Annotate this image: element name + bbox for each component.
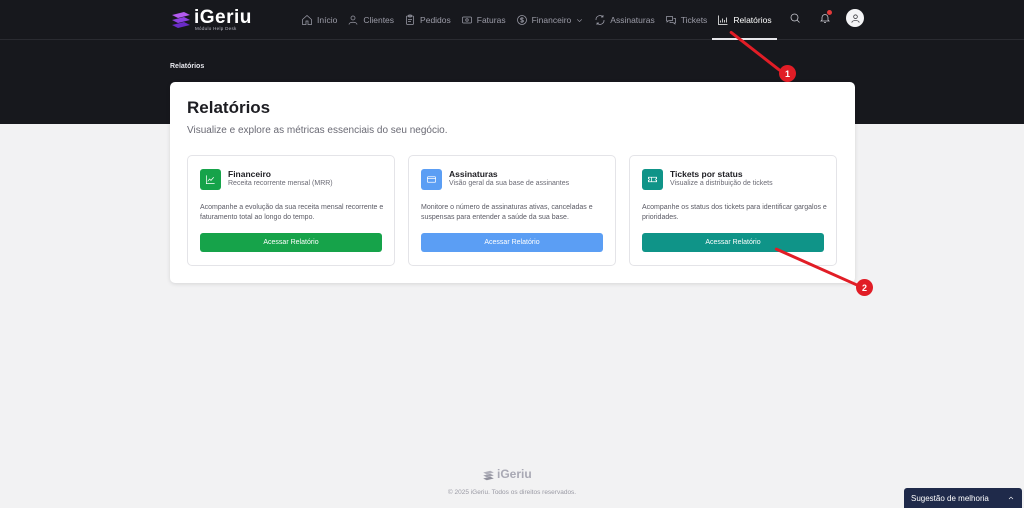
suggestion-widget-button[interactable]: Sugestão de melhoria [904,488,1022,508]
chevron-down-icon [577,18,583,22]
footer-brand-name: iGeriu [497,467,532,481]
nav-label: Faturas [476,15,506,25]
refresh-icon [595,15,605,25]
nav-label: Relatórios [733,15,772,25]
dollar-icon [516,15,527,25]
annotation-badge-2: 2 [856,279,873,296]
card-title: Financeiro [228,169,271,179]
card-icon-wrapper [421,169,442,190]
page-title: Relatórios [187,98,271,117]
topbar-actions [786,9,864,27]
logo-mark-icon [172,12,190,28]
card-subtitle: Receita recorrente mensal (MRR) [228,180,333,187]
nav-label: Financeiro [531,15,572,25]
notifications-button[interactable] [816,9,834,27]
nav-item-assinaturas[interactable]: Assinaturas [589,0,659,40]
brand-tagline: Módulo Help Desk [195,26,237,31]
nav-item-pedidos[interactable]: Pedidos [399,0,456,40]
nav-item-tickets[interactable]: Tickets [660,0,713,40]
report-card-tickets: Tickets por status Visualize a distribui… [629,155,837,266]
notification-dot [827,10,832,15]
card-subtitle: Visualize a distribuição de tickets [670,180,773,187]
access-report-button-tickets[interactable]: Acessar Relatório [642,233,824,252]
card-icon-wrapper [642,169,663,190]
card-title: Tickets por status [670,169,743,179]
nav-item-financeiro[interactable]: Financeiro [511,0,590,40]
nav-item-faturas[interactable]: Faturas [456,0,511,40]
search-icon [790,13,800,23]
footer-copyright: © 2025 iGeriu. Todos os direitos reserva… [447,489,577,496]
credit-card-icon [427,176,436,183]
card-description: Acompanhe os status dos tickets para ide… [642,204,827,221]
suggestion-label: Sugestão de melhoria [911,493,989,503]
chevron-up-icon [1008,496,1014,500]
card-icon-wrapper [200,169,221,190]
nav-label: Clientes [363,15,395,25]
trend-chart-icon [206,175,215,184]
page-subtitle: Visualize e explore as métricas essencia… [187,125,448,136]
card-description: Monitore o número de assinaturas ativas,… [421,204,593,221]
annotation-badge-1: 1 [779,65,796,82]
access-report-button-assinaturas[interactable]: Acessar Relatório [421,233,603,252]
main-nav: Início Clientes Pedidos Faturas Financei… [296,0,777,40]
clipboard-icon [406,14,414,25]
user-icon [348,15,358,25]
nav-item-inicio[interactable]: Início [296,0,342,40]
user-avatar-icon [850,13,860,23]
access-report-button-financeiro[interactable]: Acessar Relatório [200,233,382,252]
invoice-icon [461,16,472,24]
card-subtitle: Visão geral da sua base de assinantes [449,180,570,187]
chart-icon [718,15,728,25]
reports-panel: Relatórios Visualize e explore as métric… [170,82,855,283]
brand-logo[interactable]: iGeriu Módulo Help Desk [170,7,260,33]
nav-label: Pedidos [420,15,451,25]
nav-label: Início [317,15,338,25]
report-card-financeiro: Financeiro Receita recorrente mensal (MR… [187,155,395,266]
nav-label: Assinaturas [610,15,655,25]
nav-item-relatorios[interactable]: Relatórios [712,0,777,40]
home-icon [302,14,312,25]
card-title: Assinaturas [449,169,498,179]
search-button[interactable] [786,9,804,27]
ticket-icon [648,176,657,183]
user-avatar-button[interactable] [846,9,864,27]
nav-item-clientes[interactable]: Clientes [342,0,399,40]
breadcrumb: Relatórios [170,63,205,70]
footer-logo: iGeriu [482,467,542,485]
report-card-assinaturas: Assinaturas Visão geral da sua base de a… [408,155,616,266]
footer-logo-mark-icon [483,470,494,481]
nav-label: Tickets [680,15,708,25]
chat-icon [665,16,676,25]
card-description: Acompanhe a evolução da sua receita mens… [200,204,384,221]
